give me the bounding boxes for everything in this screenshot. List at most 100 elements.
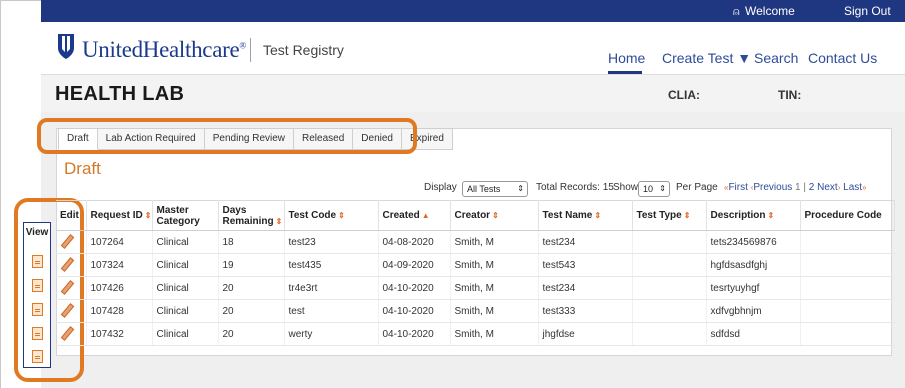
procedure-code-cell	[800, 230, 895, 254]
master-category-cell: Clinical	[152, 253, 219, 277]
sort-icon[interactable]: ⇕	[684, 211, 691, 220]
days-remaining-cell: 18	[218, 230, 285, 254]
sort-icon[interactable]: ⇕	[338, 211, 345, 220]
nav-create-test[interactable]: Create Test ▼	[662, 50, 751, 66]
pencil-icon[interactable]	[60, 235, 72, 247]
creator-cell: Smith, M	[450, 322, 539, 346]
nav-search[interactable]: Search	[754, 50, 798, 66]
edit-cell[interactable]	[56, 299, 87, 323]
description-cell: hgfdsasdfghj	[706, 253, 801, 277]
test-name-cell: test234	[538, 276, 633, 300]
master-category-cell: Clinical	[152, 230, 219, 254]
table-row[interactable]: 107428 Clinical 20 test 04-10-2020 Smith…	[56, 299, 895, 323]
created-cell: 04-10-2020	[378, 322, 451, 346]
test-code-cell: werty	[284, 322, 379, 346]
test-code-cell: test	[284, 299, 379, 323]
sort-icon[interactable]: ⇕	[145, 211, 152, 220]
total-records: Total Records: 15	[536, 182, 614, 193]
display-label: Display	[424, 182, 457, 193]
column-header-test-code[interactable]: Test Code ⇕	[284, 200, 379, 231]
tin-label: TIN:	[778, 88, 802, 102]
next-arrow-icon: ›	[837, 183, 841, 192]
procedure-code-cell	[800, 253, 895, 277]
brand-divider	[250, 38, 251, 62]
edit-cell[interactable]	[56, 230, 87, 254]
pager-page-2[interactable]: 2	[809, 182, 815, 193]
request-id-cell: 107428	[86, 299, 153, 323]
welcome-link[interactable]: ⍝ Welcome	[733, 4, 795, 19]
master-category-cell: Clinical	[152, 322, 219, 346]
table-row[interactable]: 107432 Clinical 20 werty 04-10-2020 Smit…	[56, 322, 895, 346]
select-arrows-icon: ⇕	[517, 184, 524, 193]
test-code-cell: tr4e3rt	[284, 276, 379, 300]
user-icon: ⍝	[733, 6, 740, 18]
pager-last[interactable]: Last	[843, 182, 862, 193]
creator-cell: Smith, M	[450, 230, 539, 254]
draft-tests-table: Edit Request ID ⇕ Master Category Days Re…	[56, 200, 895, 346]
top-bar: ⍝ Welcome Sign Out	[41, 0, 905, 22]
column-header-creator[interactable]: Creator ⇕	[450, 200, 539, 231]
request-id-cell: 107264	[86, 230, 153, 254]
sort-icon[interactable]: ⇕	[768, 211, 775, 220]
column-header-master-category: Master Category	[152, 200, 219, 231]
days-remaining-cell: 20	[218, 299, 285, 323]
pager-next[interactable]: Next	[817, 182, 838, 193]
lab-title: HEALTH LAB	[55, 83, 185, 105]
pager-first[interactable]: First	[728, 182, 747, 193]
pager-separator: |	[803, 182, 806, 193]
clia-label: CLIA:	[668, 88, 700, 102]
column-header-request-id[interactable]: Request ID ⇕	[86, 200, 153, 231]
pencil-icon[interactable]	[60, 327, 72, 339]
creator-cell: Smith, M	[450, 299, 539, 323]
lab-info-bar: HEALTH LAB CLIA: TIN:	[41, 74, 905, 112]
last-arrow-icon: »	[862, 183, 867, 192]
pencil-icon[interactable]	[60, 281, 72, 293]
sign-out-link[interactable]: Sign Out	[844, 4, 891, 18]
pager-current-page: 1	[795, 182, 801, 193]
creator-cell: Smith, M	[450, 276, 539, 300]
column-header-created[interactable]: Created ▲	[378, 200, 451, 231]
pager-previous[interactable]: Previous	[753, 182, 792, 193]
test-type-cell	[632, 299, 707, 323]
page-size-select[interactable]: 10 ⇕	[638, 181, 670, 197]
tabs-highlight-annotation	[37, 118, 417, 154]
edit-cell[interactable]	[56, 253, 87, 277]
table-row[interactable]: 107264 Clinical 18 test23 04-08-2020 Smi…	[56, 230, 895, 254]
pencil-icon[interactable]	[60, 304, 72, 316]
product-name: Test Registry	[263, 42, 344, 58]
procedure-code-cell	[800, 276, 895, 300]
test-code-cell: test23	[284, 230, 379, 254]
sort-icon[interactable]: ⇕	[492, 211, 499, 220]
days-remaining-cell: 19	[218, 253, 285, 277]
pencil-icon[interactable]	[60, 258, 72, 270]
description-cell: sdfdsd	[706, 322, 801, 346]
column-header-procedure-code: Procedure Code	[800, 200, 895, 231]
display-select[interactable]: All Tests ⇕	[462, 181, 528, 197]
nav-contact-us[interactable]: Contact Us	[808, 50, 877, 66]
sort-icon[interactable]: ⇕	[276, 217, 283, 226]
edit-cell[interactable]	[56, 322, 87, 346]
table-row[interactable]: 107324 Clinical 19 test435 04-09-2020 Sm…	[56, 253, 895, 277]
test-name-cell: test543	[538, 253, 633, 277]
section-title: Draft	[64, 159, 101, 178]
created-cell: 04-10-2020	[378, 299, 451, 323]
description-cell: tets234569876	[706, 230, 801, 254]
sort-icon[interactable]: ⇕	[594, 211, 601, 220]
column-header-description[interactable]: Description ⇕	[706, 200, 801, 231]
edit-cell[interactable]	[56, 276, 87, 300]
test-type-cell	[632, 322, 707, 346]
brand-name[interactable]: UnitedHealthcare®	[82, 37, 246, 63]
per-page-label: Per Page	[676, 182, 718, 193]
column-header-edit: Edit	[56, 200, 87, 231]
description-cell: xdfvgbhnjm	[706, 299, 801, 323]
nav-home[interactable]: Home	[608, 50, 645, 66]
column-header-test-type[interactable]: Test Type ⇕	[632, 200, 707, 231]
table-row[interactable]: 107426 Clinical 20 tr4e3rt 04-10-2020 Sm…	[56, 276, 895, 300]
select-arrows-icon: ⇕	[659, 184, 666, 193]
test-code-cell: test435	[284, 253, 379, 277]
column-header-test-name[interactable]: Test Name ⇕	[538, 200, 633, 231]
master-category-cell: Clinical	[152, 299, 219, 323]
sort-ascending-icon[interactable]: ▲	[422, 211, 430, 220]
days-remaining-cell: 20	[218, 276, 285, 300]
column-header-days-remaining[interactable]: Days Remaining ⇕	[218, 200, 285, 231]
